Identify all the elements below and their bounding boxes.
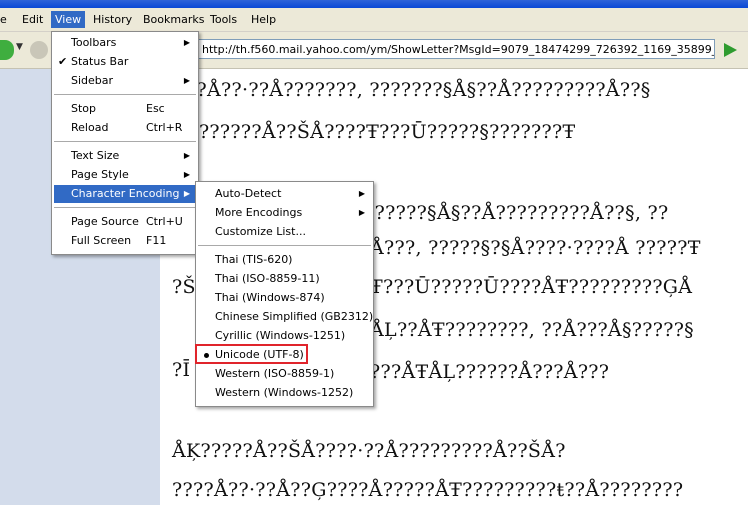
go-arrow-icon[interactable] bbox=[720, 40, 740, 60]
back-arrow-icon[interactable] bbox=[0, 40, 14, 60]
menu-item-page-source[interactable]: Page Source Ctrl+U bbox=[54, 213, 196, 231]
menu-help[interactable]: Help bbox=[247, 11, 280, 28]
shortcut-label: F11 bbox=[146, 234, 167, 247]
back-history-dropdown-icon[interactable]: ▼ bbox=[16, 42, 23, 52]
menu-tools[interactable]: Tools bbox=[206, 11, 241, 28]
menu-item-sidebar[interactable]: Sidebar ▶ bbox=[54, 72, 196, 90]
shortcut-label: Esc bbox=[146, 102, 165, 115]
submenu-arrow-icon: ▶ bbox=[183, 151, 190, 160]
view-menu: Toolbars ▶ ✔ Status Bar Sidebar ▶ Stop Esc R… bbox=[51, 31, 199, 255]
menu-item-auto-detect[interactable]: Auto-Detect ▶ bbox=[198, 185, 371, 203]
menu-bar: e Edit View History Bookmarks Tools Help bbox=[0, 8, 748, 32]
menu-item-page-style[interactable]: Page Style ▶ bbox=[54, 166, 196, 184]
submenu-arrow-icon: ▶ bbox=[183, 38, 190, 47]
content-line-fragment: ?Ī bbox=[172, 359, 191, 381]
submenu-arrow-icon: ▶ bbox=[358, 189, 365, 198]
menu-history[interactable]: History bbox=[89, 11, 136, 28]
menu-item-thai-iso-8859-11[interactable]: Thai (ISO-8859-11) bbox=[198, 270, 371, 288]
menu-separator bbox=[198, 245, 371, 246]
menu-item-stop[interactable]: Stop Esc bbox=[54, 100, 196, 118]
shortcut-label: Ctrl+R bbox=[146, 121, 183, 134]
content-line: ???ÅŦÅĻ??????Å???Å??? bbox=[370, 361, 610, 383]
submenu-arrow-icon: ▶ bbox=[183, 170, 190, 179]
submenu-arrow-icon: ▶ bbox=[183, 76, 190, 85]
menu-item-toolbars[interactable]: Toolbars ▶ bbox=[54, 34, 196, 52]
submenu-arrow-icon: ▶ bbox=[358, 208, 365, 217]
checkmark-icon: ✔ bbox=[58, 55, 68, 68]
menu-item-western-windows-1252[interactable]: Western (Windows-1252) bbox=[198, 384, 371, 402]
annotation-highlight-box bbox=[195, 344, 308, 364]
menu-file[interactable]: e bbox=[0, 11, 11, 28]
menu-separator bbox=[54, 207, 196, 208]
menu-item-chinese-simplified[interactable]: Chinese Simplified (GB2312) bbox=[198, 308, 373, 326]
url-input[interactable]: http://th.f560.mail.yahoo.com/ym/ShowLet… bbox=[197, 39, 715, 59]
content-line: ÅĶ?????Å??ŠÅ????·??Å?????????Å??ŠÅ? bbox=[172, 440, 566, 462]
forward-arrow-icon[interactable] bbox=[30, 41, 48, 59]
content-line: ÅĻ??????Å??ŠÅ????Ŧ???Ū?????§???????Ŧ bbox=[172, 121, 576, 143]
content-line: ?Å?Å??·??Å???????, ???????§Å§??Å????????… bbox=[172, 79, 651, 101]
menu-item-more-encodings[interactable]: More Encodings ▶ bbox=[198, 204, 371, 222]
menu-item-full-screen[interactable]: Full Screen F11 bbox=[54, 232, 196, 250]
content-line: ÅĻ??ÅŦ????????, ??Å???Å§?????§ bbox=[370, 319, 694, 341]
content-line: Å???, ?????§?§Å????·????Å ?????Ŧ bbox=[370, 237, 701, 259]
character-encoding-submenu: Auto-Detect ▶ More Encodings ▶ Customize L… bbox=[195, 181, 374, 407]
content-line-fragment: ?Š bbox=[172, 276, 196, 298]
menu-separator bbox=[54, 94, 196, 95]
shortcut-label: Ctrl+U bbox=[146, 215, 183, 228]
menu-item-cyrillic-windows-1251[interactable]: Cyrillic (Windows-1251) bbox=[198, 327, 371, 345]
menu-item-customize-list[interactable]: Customize List... bbox=[198, 223, 371, 241]
menu-item-thai-tis-620[interactable]: Thai (TIS-620) bbox=[198, 251, 371, 269]
menu-edit[interactable]: Edit bbox=[18, 11, 47, 28]
content-line: ????Å??·??Å??Ģ????Å?????ÅŦ?????????ŧ??Å?… bbox=[172, 479, 684, 501]
menu-item-text-size[interactable]: Text Size ▶ bbox=[54, 147, 196, 165]
menu-item-reload[interactable]: Reload Ctrl+R bbox=[54, 119, 196, 137]
menu-item-status-bar[interactable]: ✔ Status Bar bbox=[54, 53, 196, 71]
menu-item-western-iso-8859-1[interactable]: Western (ISO-8859-1) bbox=[198, 365, 371, 383]
menu-item-thai-windows-874[interactable]: Thai (Windows-874) bbox=[198, 289, 371, 307]
window-title-bar bbox=[0, 0, 748, 8]
menu-item-character-encoding[interactable]: Character Encoding ▶ bbox=[54, 185, 196, 203]
menu-bookmarks[interactable]: Bookmarks bbox=[139, 11, 208, 28]
submenu-arrow-icon: ▶ bbox=[183, 189, 190, 198]
menu-view[interactable]: View bbox=[51, 11, 86, 28]
content-line: Ŧ???Ū?????Ū????ÅŦ?????????ĢÅ bbox=[370, 276, 693, 298]
menu-separator bbox=[54, 141, 196, 142]
